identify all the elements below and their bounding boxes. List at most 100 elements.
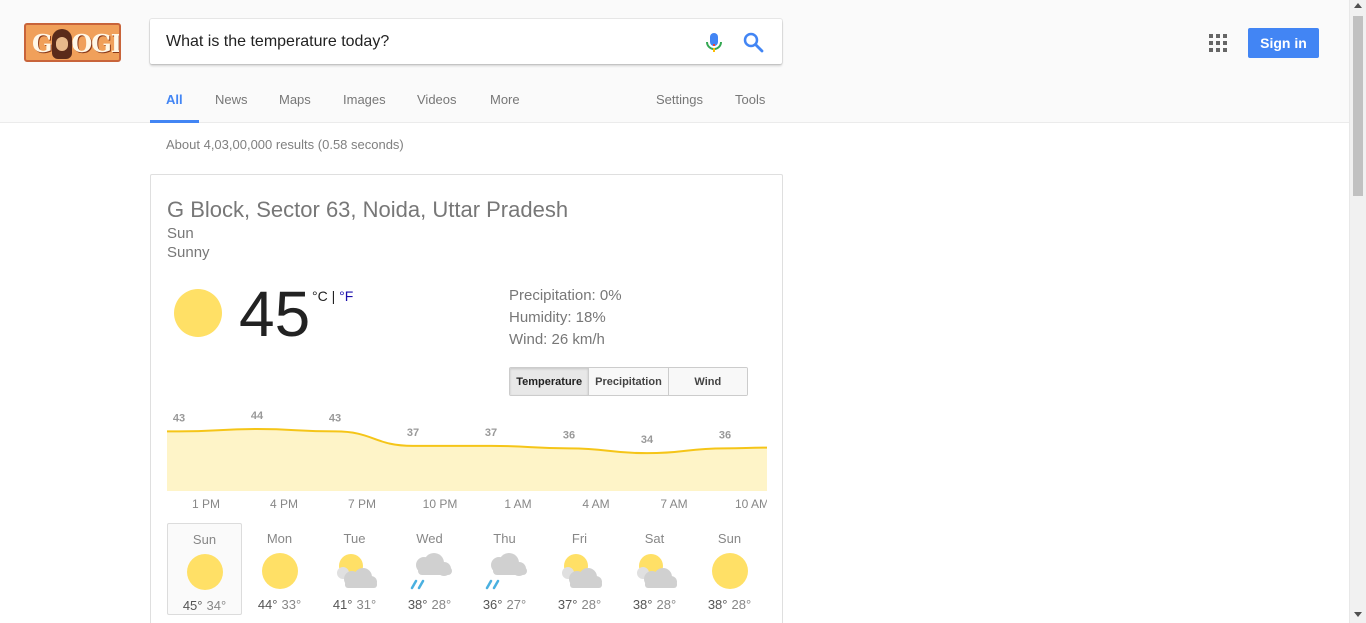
daily-forecast: Sun 45° 34° Mon 44° 33° Tue 41° 31° Wed 38° 28° Thu 3… <box>167 523 767 615</box>
tab-images[interactable]: Images <box>343 92 386 122</box>
forecast-day[interactable]: Fri 37° 28° <box>542 523 617 615</box>
weather-card: G Block, Sector 63, Noida, Uttar Pradesh… <box>150 174 783 623</box>
temperature-data-label: 43 <box>173 412 185 424</box>
apps-grid-icon[interactable] <box>1208 33 1228 53</box>
forecast-temps: 44° 33° <box>242 597 317 612</box>
forecast-temps: 38° 28° <box>392 597 467 612</box>
forecast-low: 33° <box>281 597 302 612</box>
chart-mode-selector: Temperature Precipitation Wind <box>509 367 748 396</box>
temperature-mode-button[interactable]: Temperature <box>510 368 590 395</box>
search-icon[interactable] <box>741 30 765 54</box>
sun-icon <box>706 551 754 591</box>
hour-label: 4 AM <box>582 497 610 511</box>
forecast-temps: 37° 28° <box>542 597 617 612</box>
hour-label: 10 PM <box>422 497 458 511</box>
header: GOOGLE Sign in All News Maps Images Vide… <box>0 0 1349 123</box>
forecast-low: 27° <box>506 597 527 612</box>
forecast-high: 37° <box>557 597 578 612</box>
temperature-data-label: 37 <box>485 427 497 439</box>
temperature-area <box>167 429 767 491</box>
hour-axis: 1 PM 4 PM 7 PM 10 PM 1 AM 4 AM 7 AM 10 AM <box>167 497 767 513</box>
forecast-day[interactable]: Thu 36° 27° <box>467 523 542 615</box>
unit-celsius[interactable]: °C <box>312 288 328 304</box>
sun-icon <box>174 289 222 337</box>
hour-label: 1 PM <box>191 497 221 511</box>
weather-day: Sun <box>167 225 194 242</box>
forecast-day-name: Sun <box>192 532 217 547</box>
forecast-temps: 38° 28° <box>692 597 767 612</box>
tab-tools[interactable]: Tools <box>735 92 765 122</box>
weather-condition: Sunny <box>167 244 210 261</box>
temperature-data-label: 34 <box>641 434 654 446</box>
scroll-down-arrow-icon[interactable] <box>1354 612 1362 617</box>
forecast-high: 38° <box>632 597 653 612</box>
partly-cloudy-icon <box>331 551 379 591</box>
temperature-data-label: 36 <box>563 429 575 441</box>
hour-label: 10 AM <box>734 497 767 511</box>
forecast-day[interactable]: Sun 38° 28° <box>692 523 767 615</box>
forecast-high: 36° <box>482 597 503 612</box>
hour-label: 7 AM <box>660 497 688 511</box>
forecast-day-name: Sat <box>644 531 665 546</box>
hour-label: 1 AM <box>504 497 532 511</box>
precipitation-mode-button[interactable]: Precipitation <box>589 368 669 395</box>
forecast-day[interactable]: Sun 45° 34° <box>167 523 242 615</box>
microphone-icon[interactable] <box>702 31 726 55</box>
forecast-high: 45° <box>182 598 203 613</box>
forecast-temps: 41° 31° <box>317 597 392 612</box>
search-box <box>150 19 782 64</box>
partly-cloudy-icon <box>631 551 679 591</box>
wind-text: Wind: 26 km/h <box>509 331 605 348</box>
tab-maps[interactable]: Maps <box>279 92 311 122</box>
forecast-low: 34° <box>206 598 227 613</box>
tab-videos[interactable]: Videos <box>417 92 457 122</box>
weather-details: Precipitation: 0% Humidity: 18% Wind: 26… <box>509 285 622 351</box>
forecast-high: 38° <box>407 597 428 612</box>
precipitation-text: Precipitation: 0% <box>509 287 622 304</box>
tab-more[interactable]: More <box>490 92 520 122</box>
search-input[interactable] <box>166 30 686 54</box>
results-stats: About 4,03,00,000 results (0.58 seconds) <box>166 137 404 152</box>
hour-label: 7 PM <box>347 497 377 511</box>
forecast-day-name: Mon <box>266 531 293 546</box>
partly-cloudy-icon <box>556 551 604 591</box>
forecast-low: 28° <box>581 597 602 612</box>
forecast-high: 44° <box>257 597 278 612</box>
sun-icon <box>256 551 304 591</box>
unit-toggle: °C | °F <box>312 288 353 304</box>
temperature-data-label: 43 <box>329 412 341 424</box>
forecast-day-name: Sun <box>717 531 742 546</box>
tab-all[interactable]: All <box>150 92 199 123</box>
temperature-data-label: 37 <box>407 427 419 439</box>
temperature-data-label: 36 <box>719 429 731 441</box>
doodle-portrait-icon <box>52 29 72 59</box>
logo-text: GOOGLE <box>32 29 119 58</box>
google-doodle-logo[interactable]: GOOGLE <box>24 23 121 62</box>
forecast-day[interactable]: Mon 44° 33° <box>242 523 317 615</box>
forecast-temps: 36° 27° <box>467 597 542 612</box>
forecast-day-name: Thu <box>493 531 516 546</box>
unit-fahrenheit[interactable]: °F <box>339 288 353 304</box>
page-scrollbar[interactable] <box>1349 0 1366 623</box>
forecast-high: 38° <box>707 597 728 612</box>
forecast-day-name: Wed <box>416 531 443 546</box>
rain-cloud-icon <box>481 551 529 591</box>
sun-icon <box>181 552 229 592</box>
forecast-temps: 45° 34° <box>168 598 241 613</box>
forecast-low: 28° <box>656 597 677 612</box>
search-tabs: All News Maps Images Videos More Setting… <box>0 92 800 123</box>
rain-cloud-icon <box>406 551 454 591</box>
tab-news[interactable]: News <box>215 92 248 122</box>
hour-label: 4 PM <box>269 497 299 511</box>
forecast-day[interactable]: Sat 38° 28° <box>617 523 692 615</box>
scroll-up-arrow-icon[interactable] <box>1354 3 1362 8</box>
weather-location[interactable]: G Block, Sector 63, Noida, Uttar Pradesh <box>167 197 568 223</box>
wind-mode-button[interactable]: Wind <box>668 368 747 395</box>
tab-settings[interactable]: Settings <box>656 92 703 122</box>
unit-separator: | <box>327 288 340 304</box>
forecast-day[interactable]: Tue 41° 31° <box>317 523 392 615</box>
forecast-high: 41° <box>332 597 353 612</box>
sign-in-button[interactable]: Sign in <box>1248 28 1319 58</box>
scroll-thumb[interactable] <box>1353 16 1363 196</box>
forecast-day[interactable]: Wed 38° 28° <box>392 523 467 615</box>
